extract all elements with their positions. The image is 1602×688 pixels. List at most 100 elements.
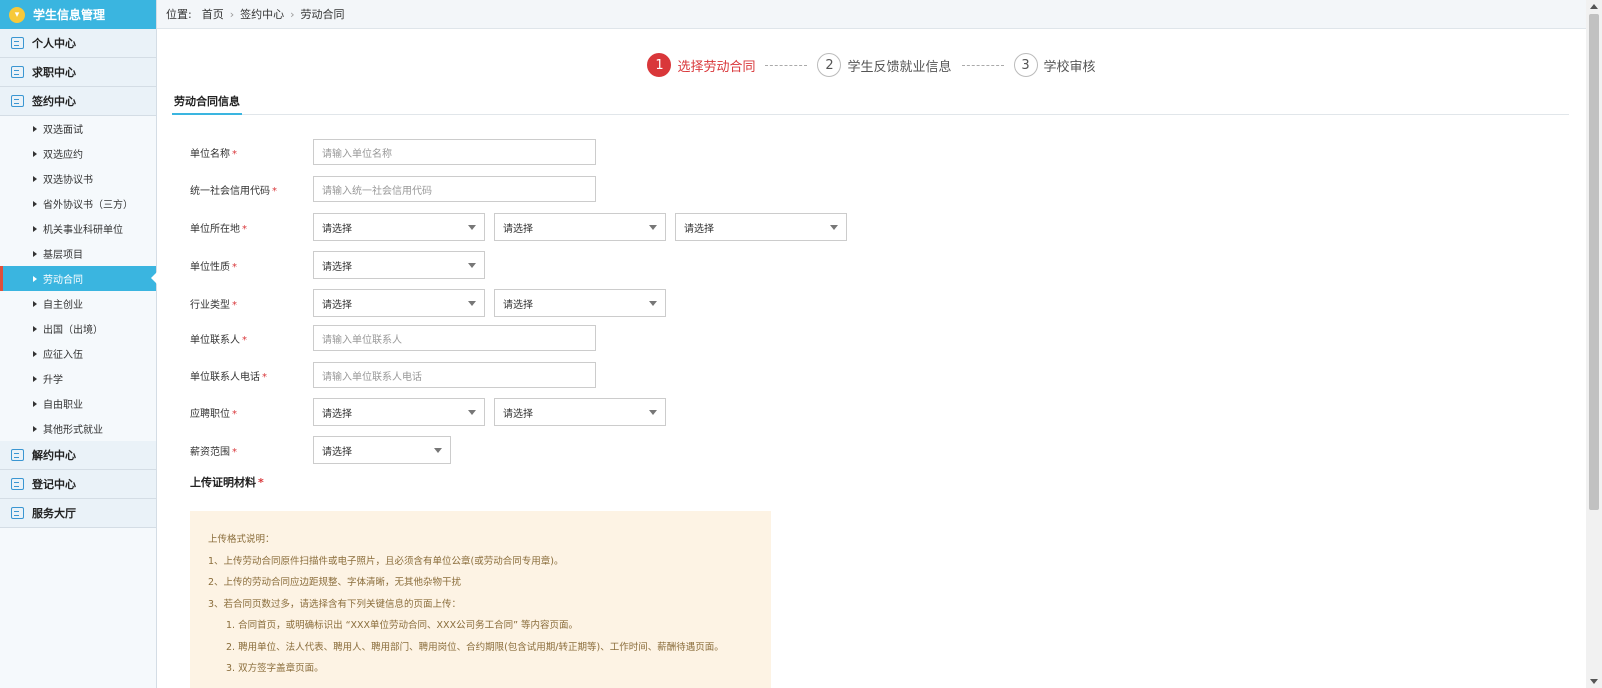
- label-text: 单位联系人: [190, 334, 240, 346]
- sidebar-subitem[interactable]: 出国（出境）: [0, 316, 156, 341]
- section-header: 劳动合同信息: [172, 93, 1569, 115]
- chat-icon: [11, 507, 24, 519]
- select-value: 请选择: [322, 223, 352, 235]
- triangle-right-icon: [33, 250, 37, 257]
- unit-name-input[interactable]: 请输入单位名称: [313, 139, 596, 165]
- sidebar-item-label: 签约中心: [32, 95, 76, 108]
- city-select[interactable]: 请选择: [494, 213, 666, 241]
- sidebar-subitem[interactable]: 机关事业科研单位: [0, 216, 156, 241]
- step-divider: [961, 64, 1004, 66]
- required-mark: *: [232, 408, 237, 420]
- sidebar-item-registration[interactable]: 登记中心: [0, 470, 156, 499]
- section-title: 劳动合同信息: [172, 93, 242, 115]
- caret-down-icon: [468, 300, 476, 306]
- field-label: 行业类型 *: [190, 296, 313, 311]
- note-line: 2. 聘用单位、法人代表、聘用人、聘用部门、聘用岗位、合约期限(包含试用期/转正…: [226, 641, 724, 653]
- sidebar-subitem-active[interactable]: 劳动合同: [0, 266, 157, 291]
- scroll-up-icon[interactable]: [1590, 4, 1598, 9]
- subitem-label: 双选面试: [43, 125, 83, 136]
- caret-down-icon: [830, 224, 838, 230]
- breadcrumb: 位置: 首页 › 签约中心 › 劳动合同: [157, 0, 1586, 29]
- caret-down-icon: [649, 300, 657, 306]
- position-select[interactable]: 请选择: [494, 398, 666, 426]
- sidebar-subitem[interactable]: 省外协议书（三方）: [0, 191, 156, 216]
- sidebar-subitem[interactable]: 应征入伍: [0, 341, 156, 366]
- triangle-right-icon: [33, 175, 37, 182]
- salary-select[interactable]: 请选择: [313, 436, 451, 464]
- label-text: 单位名称: [190, 148, 230, 160]
- form-row-credit-code: 统一社会信用代码 * 请输入统一社会信用代码: [190, 176, 605, 202]
- required-mark: *: [262, 371, 267, 383]
- sidebar-item-service[interactable]: 服务大厅: [0, 499, 156, 528]
- scrollbar[interactable]: [1586, 0, 1602, 688]
- contact-input[interactable]: 请输入单位联系人: [313, 325, 596, 351]
- subitem-label: 出国（出境）: [43, 325, 103, 336]
- breadcrumb-signing[interactable]: 签约中心: [240, 6, 284, 22]
- note-line: 1. 合同首页，或明确标识出 “XXX单位劳动合同、XXX公司务工合同” 等内容…: [226, 620, 579, 631]
- note-line: 1、上传劳动合同原件扫描件或电子照片，且必须含有单位公章(或劳动合同专用章)。: [208, 555, 564, 567]
- contact-phone-input[interactable]: 请输入单位联系人电话: [313, 362, 596, 388]
- field-label: 单位性质 *: [190, 258, 313, 273]
- sidebar-subitem[interactable]: 双选协议书: [0, 166, 156, 191]
- label-text: 统一社会信用代码: [190, 185, 270, 197]
- district-select[interactable]: 请选择: [675, 213, 847, 241]
- sidebar-header[interactable]: ▾ 学生信息管理: [0, 0, 156, 29]
- sidebar-subitem[interactable]: 自主创业: [0, 291, 156, 316]
- sidebar-subitem[interactable]: 双选应约: [0, 141, 156, 166]
- triangle-right-icon: [33, 350, 37, 357]
- required-mark: *: [232, 299, 237, 311]
- label-text: 单位所在地: [190, 223, 240, 235]
- form-row-position: 应聘职位 * 请选择 请选择: [190, 398, 675, 426]
- step-label: 学校审核: [1043, 59, 1096, 75]
- label-text: 行业类型: [190, 299, 230, 311]
- subitem-label: 机关事业科研单位: [43, 225, 123, 236]
- credit-code-input[interactable]: 请输入统一社会信用代码: [313, 176, 596, 202]
- list-icon: [11, 478, 24, 490]
- industry-category-select[interactable]: 请选择: [313, 289, 485, 317]
- scroll-down-icon[interactable]: [1590, 679, 1598, 684]
- sidebar-item-jobs[interactable]: 求职中心: [0, 58, 156, 87]
- caret-down-icon: [434, 447, 442, 453]
- triangle-right-icon: [33, 300, 37, 307]
- caret-down-icon: [468, 409, 476, 415]
- required-mark: *: [232, 446, 237, 458]
- step-number: 1: [647, 53, 672, 77]
- breadcrumb-home[interactable]: 首页: [202, 6, 224, 22]
- step-2: 2 学生反馈就业信息: [817, 53, 952, 77]
- triangle-right-icon: [33, 325, 37, 332]
- field-label: 统一社会信用代码 *: [190, 182, 313, 197]
- note-line: 2、上传的劳动合同应边距规整、字体清晰，无其他杂物干扰: [208, 577, 462, 588]
- sidebar-subitem[interactable]: 其他形式就业: [0, 416, 156, 441]
- note-line: 上传格式说明：: [208, 534, 275, 545]
- scrollbar-thumb[interactable]: [1589, 14, 1599, 510]
- breadcrumb-prefix: 位置:: [166, 8, 192, 21]
- sidebar-item-termination[interactable]: 解约中心: [0, 441, 156, 470]
- sidebar-subitem[interactable]: 升学: [0, 366, 156, 391]
- triangle-right-icon: [33, 150, 37, 157]
- triangle-right-icon: [33, 275, 37, 282]
- chat-icon: [11, 66, 24, 78]
- position-category-select[interactable]: 请选择: [313, 398, 485, 426]
- form-row-location: 单位所在地 * 请选择 请选择 请选择: [190, 213, 856, 241]
- select-value: 请选择: [322, 299, 352, 311]
- step-indicator: 1 选择劳动合同 2 学生反馈就业信息 3 学校审核: [157, 53, 1586, 77]
- sidebar-item-personal[interactable]: 个人中心: [0, 29, 156, 58]
- sidebar-item-signing[interactable]: 签约中心: [0, 87, 156, 116]
- upload-instructions: 上传格式说明： 1、上传劳动合同原件扫描件或电子照片，且必须含有单位公章(或劳动…: [190, 511, 771, 688]
- industry-subcategory-select[interactable]: 请选择: [494, 289, 666, 317]
- province-select[interactable]: 请选择: [313, 213, 485, 241]
- sidebar-subitem[interactable]: 双选面试: [0, 116, 156, 141]
- sidebar-subitem[interactable]: 基层项目: [0, 241, 156, 266]
- form-row-unit-name: 单位名称 * 请输入单位名称: [190, 139, 605, 165]
- select-value: 请选择: [322, 446, 352, 458]
- form-row-industry: 行业类型 * 请选择 请选择: [190, 289, 675, 317]
- unit-nature-select[interactable]: 请选择: [313, 251, 485, 279]
- form-row-contact-phone: 单位联系人电话 * 请输入单位联系人电话: [190, 362, 605, 388]
- upload-title-text: 上传证明材料: [190, 476, 256, 489]
- sidebar-subitem[interactable]: 自由职业: [0, 391, 156, 416]
- calendar-icon: [11, 449, 24, 461]
- triangle-right-icon: [33, 125, 37, 132]
- form-row-contact: 单位联系人 * 请输入单位联系人: [190, 325, 605, 351]
- sidebar: ▾ 学生信息管理 个人中心 求职中心 签约中心 双选面试 双选应约 双选协议书 …: [0, 0, 157, 688]
- chevron-right-icon: ›: [290, 7, 295, 21]
